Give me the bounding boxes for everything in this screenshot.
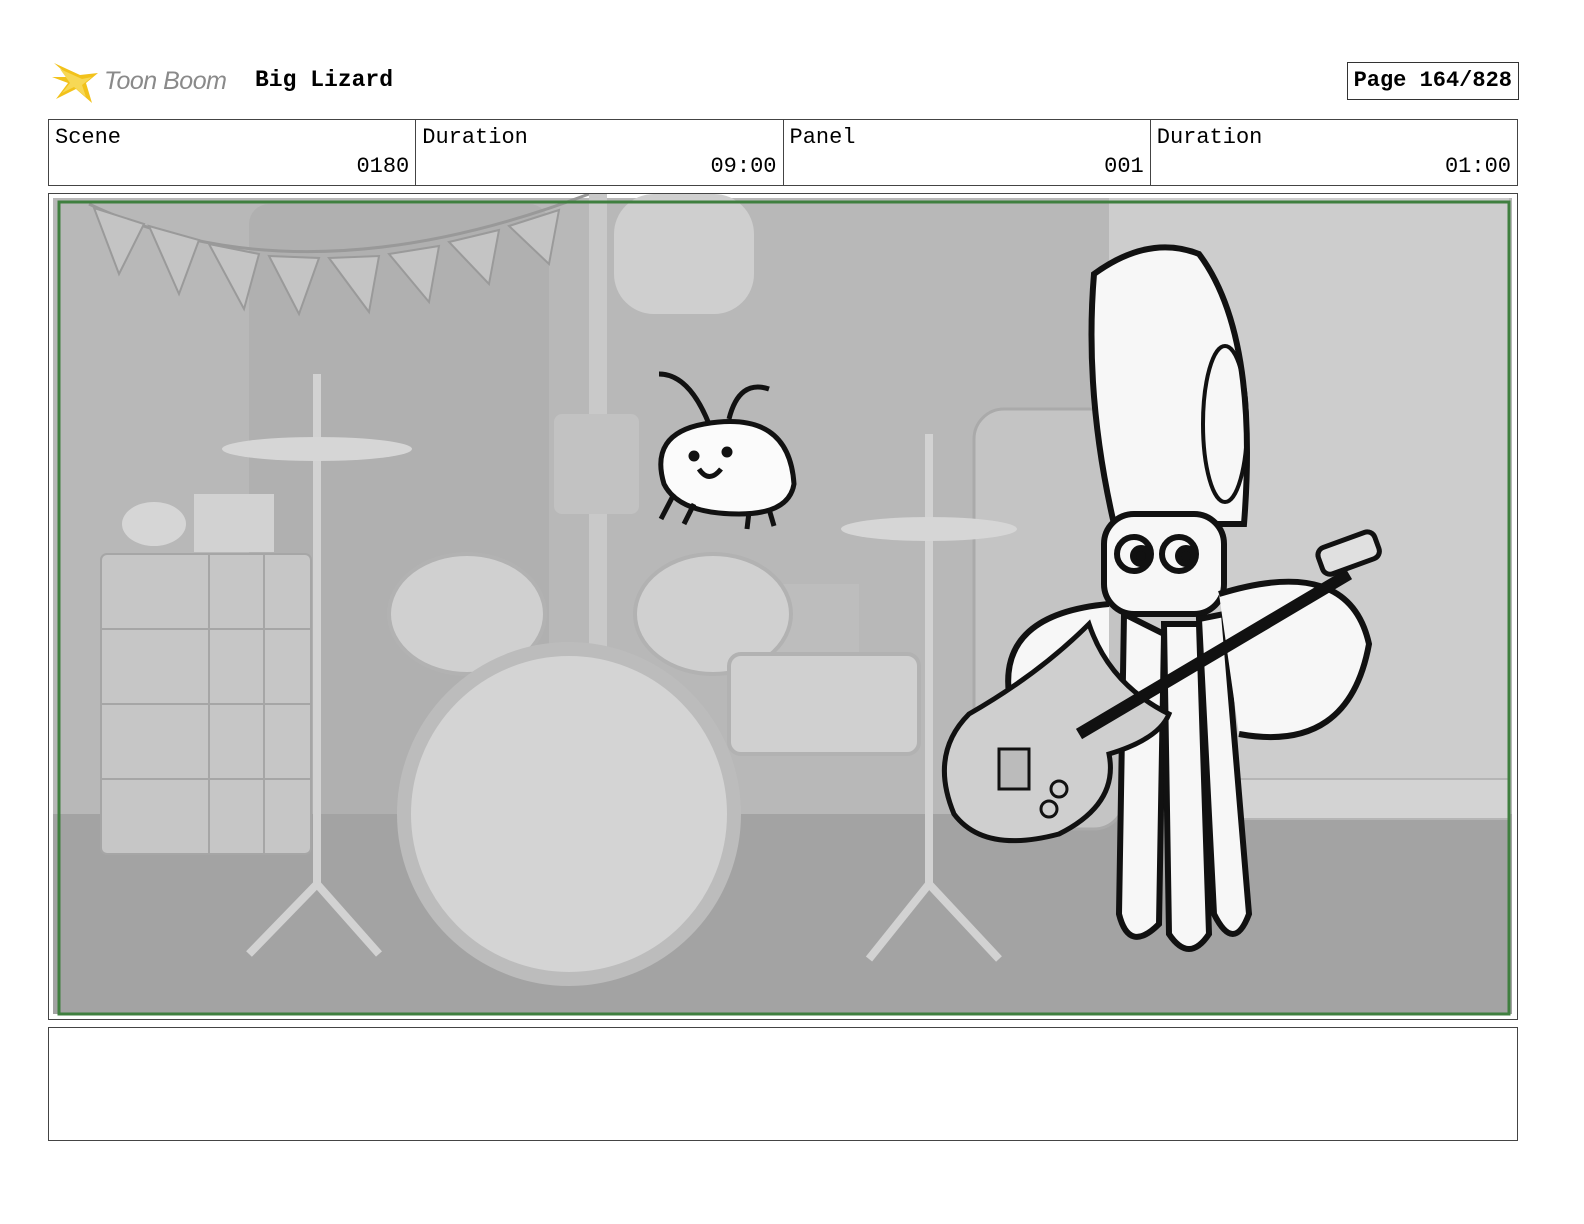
scene-duration-cell: Duration 09:00 xyxy=(416,120,784,185)
fuse-box xyxy=(554,414,639,514)
toy-figure xyxy=(122,502,186,546)
scene-cell: Scene 0180 xyxy=(49,120,417,185)
scene-label: Scene xyxy=(55,125,122,150)
panel-notes-area xyxy=(48,1027,1518,1141)
page-number: Page 164/828 xyxy=(1346,62,1519,100)
scene-duration-value: 09:00 xyxy=(710,154,777,179)
storyboard-panel-image xyxy=(48,193,1518,1020)
drawer-cabinet xyxy=(100,553,312,855)
panel-value: 001 xyxy=(1104,154,1144,179)
baseboard xyxy=(1228,778,1510,820)
scene-value: 0180 xyxy=(356,154,410,179)
bass-drum xyxy=(397,642,741,986)
panel-duration-label: Duration xyxy=(1156,125,1263,150)
panel-duration-value: 01:00 xyxy=(1444,154,1511,179)
water-tank xyxy=(614,194,754,314)
scene-duration-label: Duration xyxy=(422,125,528,150)
panel-duration-cell: Duration 01:00 xyxy=(1151,120,1517,185)
books xyxy=(194,494,274,552)
starburst-icon xyxy=(52,63,98,103)
panel-label: Panel xyxy=(789,125,856,150)
scene-illustration xyxy=(53,194,1512,1016)
left-cymbal xyxy=(222,437,412,461)
panel-info-bar: Scene 0180 Duration 09:00 Panel 001 Dura… xyxy=(48,119,1518,186)
panel-cell: Panel 001 xyxy=(784,120,1151,185)
right-cymbal xyxy=(841,517,1017,541)
project-title: Big Lizard xyxy=(255,67,394,93)
toon-boom-logo: Toon Boom xyxy=(52,55,227,107)
logo-text: Toon Boom xyxy=(104,66,227,95)
